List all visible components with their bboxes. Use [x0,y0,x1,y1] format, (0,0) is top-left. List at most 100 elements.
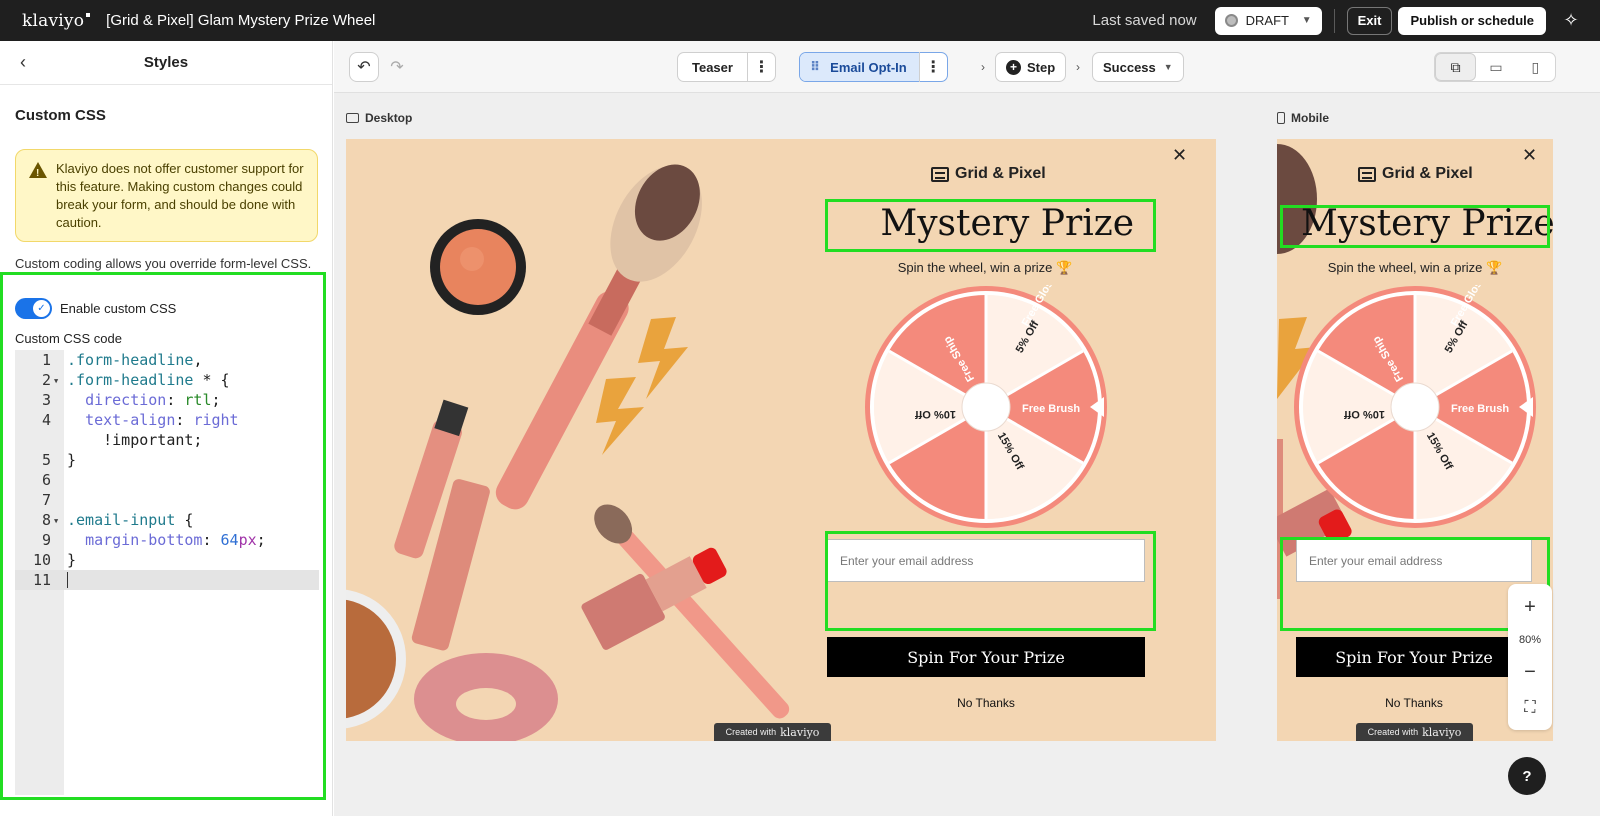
line-number: 7 [41,491,51,509]
step-toolbar: ↶ ↷ Teaser ⋮ ⠿ Email Opt-In ⋮ › + Step › … [334,41,1600,93]
exit-button[interactable]: Exit [1346,6,1393,35]
monitor-icon [346,113,359,123]
custom-css-toggle[interactable]: ✓ [15,298,52,319]
zoom-level: 80% [1518,634,1542,646]
plus-icon: + [1006,59,1021,75]
no-thanks-link[interactable]: No Thanks [1296,696,1532,710]
step-email-opt-in[interactable]: ⠿ Email Opt-In ⋮ [799,52,948,82]
created-with-badge[interactable]: Created with klaviyo [1356,723,1473,741]
brand-icon [931,166,949,182]
code-text: } [67,551,77,569]
line-number: 9 [41,531,51,549]
code-line[interactable]: 8 ▼ .email-input { [15,510,319,530]
code-editor-label: Custom CSS code [15,331,122,346]
code-line[interactable]: 3 direction: rtl; [15,390,319,410]
spin-button[interactable]: Spin For Your Prize [1296,637,1532,677]
section-title: Custom CSS [15,107,106,124]
check-icon: ✓ [33,300,50,317]
frame-label-text: Desktop [365,111,413,125]
code-text: text-align: right [85,411,239,429]
email-input[interactable]: Enter your email address [827,539,1145,582]
wheel-slice-label: Free Brush [1022,403,1080,415]
desktop-form-preview[interactable]: ✕ Grid & Pixel Mystery Prize Spin the wh… [346,139,1216,741]
text-cursor [67,572,68,588]
mobile-frame-label: Mobile [1277,111,1329,125]
step-teaser[interactable]: Teaser ⋮ [677,52,776,82]
created-with-badge[interactable]: Created with klaviyo [714,723,831,741]
redo-icon[interactable]: ↷ [382,52,412,82]
step-label: Email Opt-In [830,59,907,75]
device-toggle: ⧉ ▭ ▯ [1434,52,1556,82]
code-text: direction: rtl; [85,391,221,409]
zoom-in-icon[interactable]: + [1508,589,1552,625]
step-label: Success [1103,59,1156,75]
badge-brand: klaviyo [1422,725,1462,739]
undo-icon[interactable]: ↶ [349,52,379,82]
close-icon[interactable]: ✕ [1172,145,1187,166]
prize-wheel[interactable]: 5% Off Free Brush 15% Off Free Gloss 10%… [1293,285,1537,529]
badge-text: Created with [1367,727,1419,737]
brand-icon [1358,166,1376,182]
more-options-icon[interactable]: ⋮ [746,52,775,82]
top-bar: klaviyo [Grid & Pixel] Glam Mystery Priz… [0,0,1600,41]
line-number: 2 [41,371,51,389]
styles-sidebar: ‹ Styles Custom CSS ! Klaviyo does not o… [0,41,333,816]
code-line[interactable]: 10} [15,550,319,570]
code-line[interactable]: 2 ▼ .form-headline * { [15,370,319,390]
status-dropdown[interactable]: DRAFT ▼ [1214,6,1322,35]
code-line[interactable]: 6 [15,470,319,490]
drag-handle-icon[interactable]: ⠿ [810,59,820,75]
code-text: .email-input { [67,511,194,529]
mobile-icon[interactable]: ▯ [1516,53,1555,81]
line-number: 4 [41,411,51,429]
status-label: DRAFT [1245,13,1289,28]
brand-logo: Grid & Pixel [931,165,1046,183]
wheel-slice-label: 10% Off [915,408,956,420]
prize-wheel[interactable]: 5% Off Free Brush 15% Off Free Gloss 10%… [864,285,1108,529]
code-text: .form-headline * { [67,371,230,389]
code-line[interactable]: 5} [15,450,319,470]
brand-name: Grid & Pixel [955,165,1046,182]
sidebar-title: Styles [143,54,189,71]
code-line[interactable]: 11 [15,570,319,590]
fold-arrow-icon[interactable]: ▼ [54,517,58,525]
add-step-button[interactable]: + Step [995,52,1067,82]
code-line[interactable]: 7 [15,490,319,510]
chevron-right-icon: › [1076,60,1080,74]
desktop-icon[interactable]: ▭ [1476,53,1515,81]
code-line[interactable]: 4 text-align: right [15,410,319,430]
email-input[interactable]: Enter your email address [1296,539,1532,582]
warning-icon: ! [29,162,47,179]
line-number: 1 [41,351,51,369]
back-arrow-icon[interactable]: ‹ [20,52,26,73]
form-subheadline: Spin the wheel, win a prize 🏆 [1327,260,1503,275]
zoom-out-icon[interactable]: − [1508,654,1552,690]
code-text: margin-bottom: 64px; [85,531,266,549]
fit-screen-icon[interactable]: ⛶ [1508,690,1552,726]
chevron-right-icon: › [981,60,985,74]
brand-name: Grid & Pixel [1382,165,1473,182]
wheel-slice-label: Free Brush [1451,403,1509,415]
css-code-editor[interactable]: 1 .form-headline, 2 ▼ .form-headline * {3 di… [15,350,319,795]
form-title[interactable]: [Grid & Pixel] Glam Mystery Prize Wheel [106,12,375,29]
code-line[interactable]: 9 margin-bottom: 64px; [15,530,319,550]
both-devices-icon[interactable]: ⧉ [1435,53,1477,81]
warning-banner: ! Klaviyo does not offer customer suppor… [15,149,318,242]
step-success[interactable]: Success ▼ [1092,52,1184,82]
no-thanks-link[interactable]: No Thanks [827,696,1145,710]
code-line[interactable]: !important; [15,430,319,450]
code-line[interactable]: 1 .form-headline, [15,350,319,370]
sparkle-icon[interactable]: ✧ [1556,6,1586,36]
draft-status-icon [1224,14,1238,27]
close-icon[interactable]: ✕ [1522,145,1537,166]
wheel-slice-label: 10% Off [1344,408,1385,420]
klaviyo-logo[interactable]: klaviyo [22,11,91,31]
publish-button[interactable]: Publish or schedule [1398,6,1546,35]
spin-button[interactable]: Spin For Your Prize [827,637,1145,677]
help-button[interactable]: ? [1508,757,1546,795]
step-label: Teaser [692,59,733,75]
frame-label-text: Mobile [1291,111,1329,125]
more-options-icon[interactable]: ⋮ [918,52,947,82]
zoom-controls: + 80% − ⛶ [1508,584,1552,730]
fold-arrow-icon[interactable]: ▼ [54,377,58,385]
